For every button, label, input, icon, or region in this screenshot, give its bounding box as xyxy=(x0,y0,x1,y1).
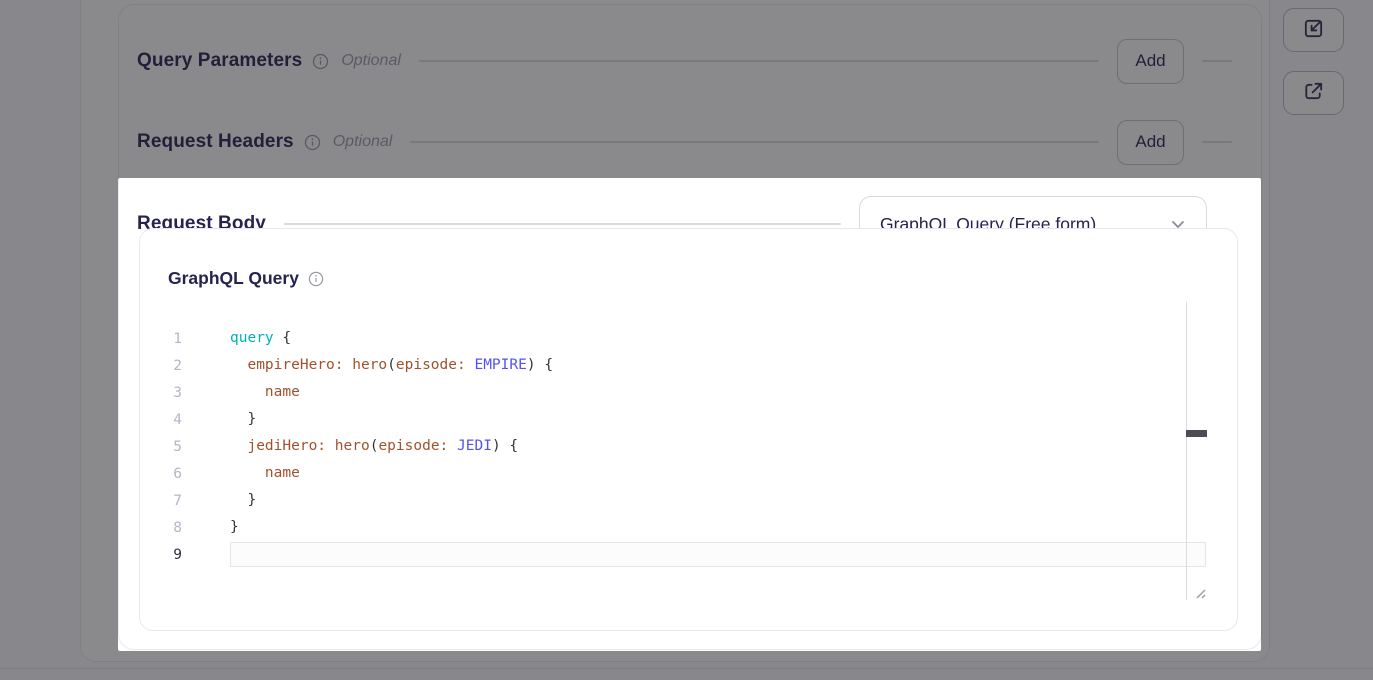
page: Query Parameters Optional Add Request He… xyxy=(0,0,1373,680)
code-line[interactable]: 6 name xyxy=(150,460,1206,487)
section-divider xyxy=(284,223,841,225)
line-number: 6 xyxy=(150,466,182,482)
info-icon[interactable] xyxy=(308,271,324,287)
line-number: 8 xyxy=(150,520,182,536)
line-number: 7 xyxy=(150,493,182,509)
line-number: 1 xyxy=(150,331,182,347)
code-line[interactable]: 3 name xyxy=(150,379,1206,406)
line-number: 5 xyxy=(150,439,182,455)
query-parameters-title: Query Parameters xyxy=(137,50,302,72)
code-line[interactable]: 2 empireHero: hero(episode: EMPIRE) { xyxy=(150,352,1206,379)
code-line[interactable]: 8} xyxy=(150,514,1206,541)
info-icon[interactable] xyxy=(312,53,329,70)
code-line-content: name xyxy=(230,460,1206,487)
open-external-icon xyxy=(1302,80,1325,106)
graphql-query-label: GraphQL Query xyxy=(168,268,299,289)
code-line-content xyxy=(230,542,1206,567)
optional-label: Optional xyxy=(333,133,393,151)
code-line-content: empireHero: hero(episode: EMPIRE) { xyxy=(230,352,1206,379)
section-divider xyxy=(1202,141,1232,143)
code-line[interactable]: 7 } xyxy=(150,487,1206,514)
request-headers-row: Request Headers Optional Add xyxy=(137,119,1240,165)
code-line-content: query { xyxy=(230,325,1206,352)
section-divider xyxy=(1202,60,1232,62)
graphql-code-editor[interactable]: 1query {2 empireHero: hero(episode: EMPI… xyxy=(150,325,1206,568)
editor-scrollbar-track xyxy=(1186,302,1207,600)
line-number: 3 xyxy=(150,385,182,401)
editor-scrollbar-thumb[interactable] xyxy=(1186,430,1207,437)
resize-grip-icon[interactable] xyxy=(1192,585,1207,605)
page-divider xyxy=(0,668,1373,669)
add-request-header-button[interactable]: Add xyxy=(1117,120,1184,165)
section-divider xyxy=(419,60,1099,62)
line-number: 9 xyxy=(150,547,182,563)
code-line-content: name xyxy=(230,379,1206,406)
add-query-parameter-button[interactable]: Add xyxy=(1117,39,1184,84)
code-line[interactable]: 1 query { xyxy=(150,325,1206,352)
line-number: 2 xyxy=(150,358,182,374)
request-headers-title: Request Headers xyxy=(137,131,294,153)
code-line-content: } xyxy=(230,514,1206,541)
section-divider xyxy=(410,141,1099,143)
optional-label: Optional xyxy=(341,52,401,70)
info-icon[interactable] xyxy=(304,134,321,151)
code-line[interactable]: 5 jediHero: hero(episode: JEDI) { xyxy=(150,433,1206,460)
open-external-button[interactable] xyxy=(1283,71,1344,115)
code-line[interactable]: 9 xyxy=(150,541,1206,568)
code-line[interactable]: 4 } xyxy=(150,406,1206,433)
query-parameters-row: Query Parameters Optional Add xyxy=(137,38,1240,84)
line-number: 4 xyxy=(150,412,182,428)
graphql-editor-header: GraphQL Query xyxy=(168,268,324,289)
code-line-content: jediHero: hero(episode: JEDI) { xyxy=(230,433,1206,460)
code-line-content: } xyxy=(230,406,1206,433)
collapse-panel-icon xyxy=(1302,17,1325,43)
collapse-panel-button[interactable] xyxy=(1283,8,1344,52)
code-line-content: } xyxy=(230,487,1206,514)
